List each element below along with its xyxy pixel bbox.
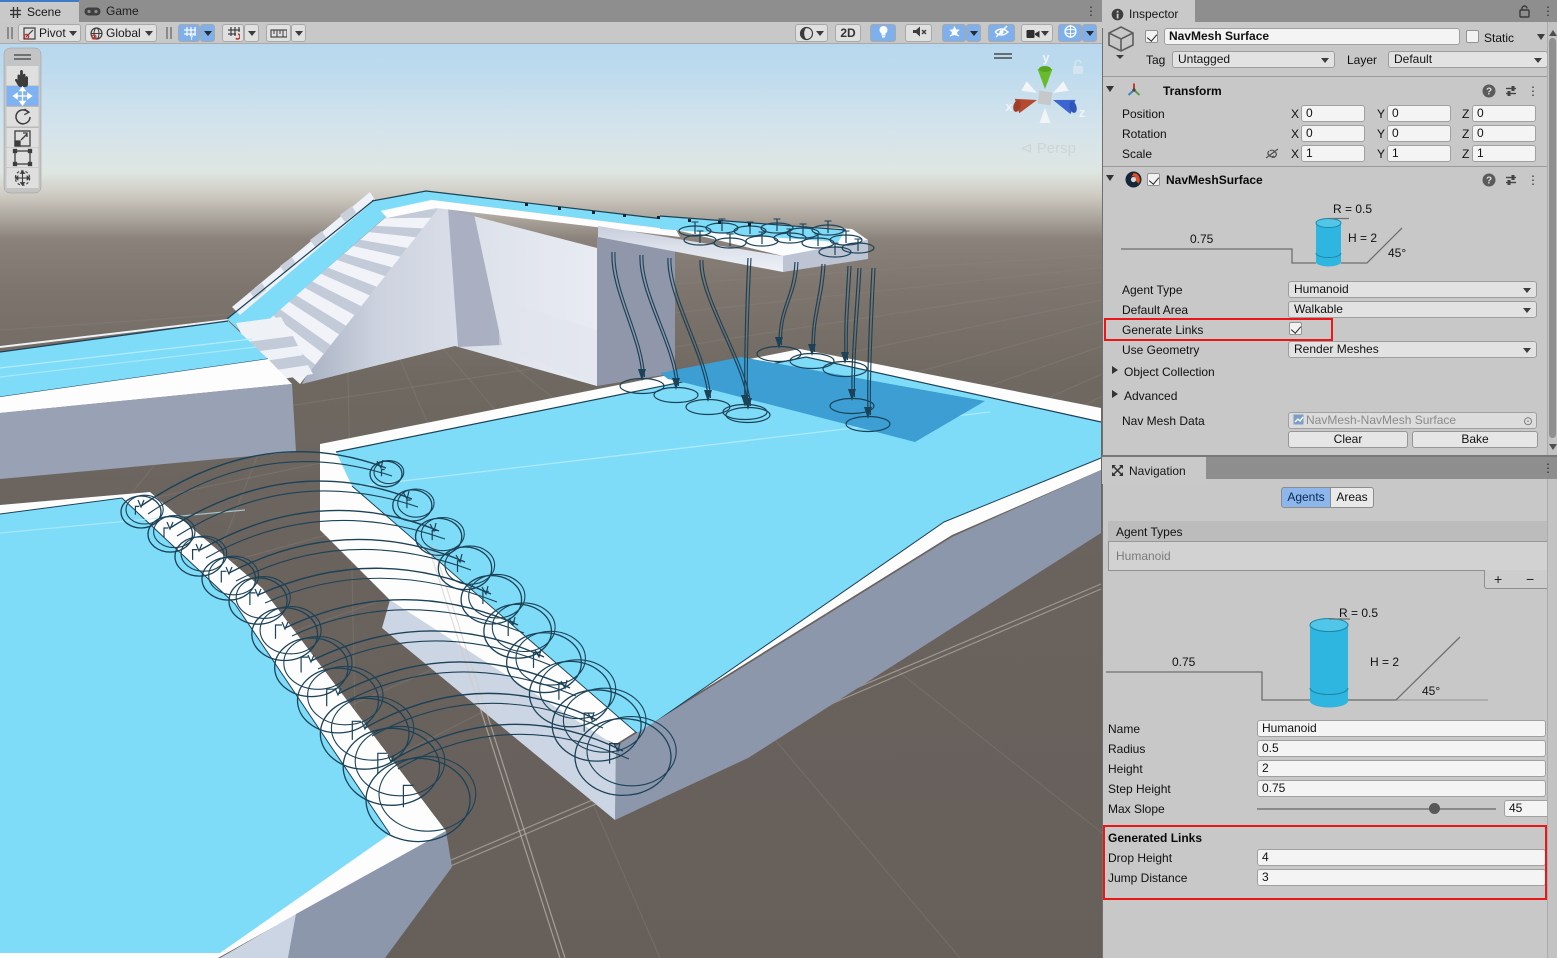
svg-text:R = 0.5: R = 0.5: [1339, 606, 1378, 620]
svg-text:z: z: [1079, 105, 1086, 120]
svg-text:R = 0.5: R = 0.5: [1333, 202, 1372, 216]
svg-text:H = 2: H = 2: [1370, 655, 1399, 669]
svg-text:45°: 45°: [1388, 246, 1406, 260]
svg-text:x: x: [1005, 99, 1013, 114]
svg-text:?: ?: [1486, 87, 1492, 98]
svg-text:0.75: 0.75: [1172, 655, 1196, 669]
svg-text:45°: 45°: [1422, 684, 1440, 698]
svg-text:y: y: [1042, 50, 1050, 65]
svg-text:⊲ Persp: ⊲ Persp: [1020, 140, 1076, 157]
svg-text:H = 2: H = 2: [1348, 231, 1377, 245]
svg-text:0.75: 0.75: [1190, 232, 1214, 246]
svg-text:Y: Y: [189, 33, 195, 41]
svg-text:?: ?: [1486, 176, 1492, 187]
